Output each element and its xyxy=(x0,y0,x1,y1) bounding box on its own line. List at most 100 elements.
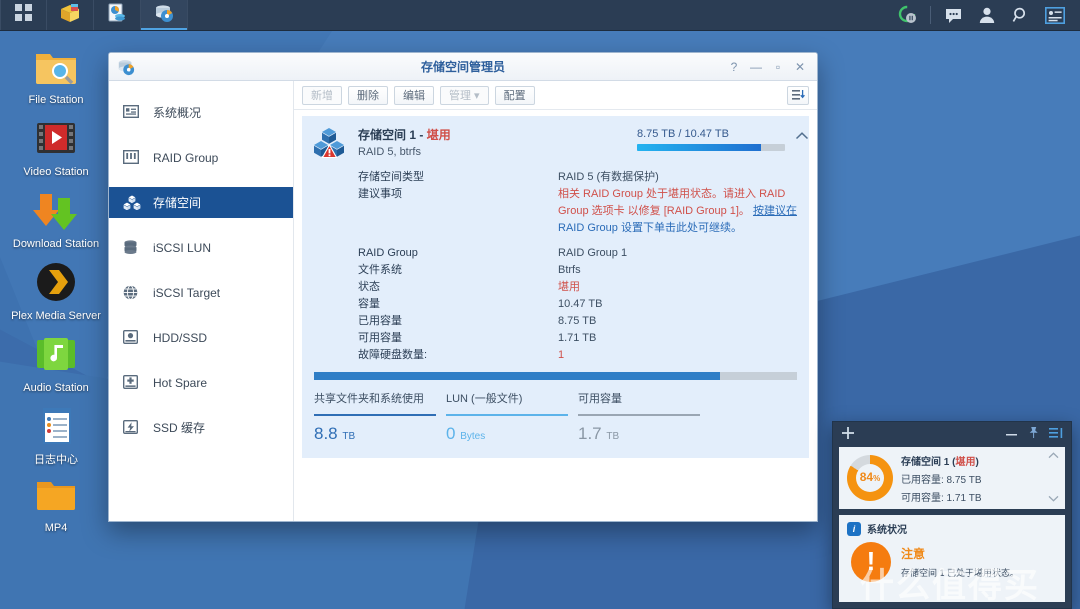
legend-number: 0 xyxy=(446,424,456,443)
detail-row: 容量 10.47 TB xyxy=(358,296,797,313)
legend-item-shared-folders: 共享文件夹和系统使用 8.8 TB xyxy=(314,390,436,444)
detail-row: 故障硬盘数量: 1 xyxy=(358,347,797,364)
recommend-line-3[interactable]: RAID Group 设置下单击此处可继续。 xyxy=(558,220,797,237)
sidebar-item-storage-pool[interactable]: 存储空间 xyxy=(109,187,293,218)
maximize-button[interactable]: ▫ xyxy=(767,60,789,74)
pool-type-row: 存储空间类型 RAID 5 (有数据保护) xyxy=(358,169,797,186)
sidebar-item-ssd-cache[interactable]: SSD 缓存 xyxy=(109,412,293,443)
pool-title-main: 存储空间 1 - xyxy=(358,128,427,142)
create-button[interactable]: 新增 xyxy=(302,85,342,105)
plex-chevron-icon xyxy=(32,258,80,306)
configure-button[interactable]: 配置 xyxy=(494,85,535,105)
window-app-icon xyxy=(117,58,135,76)
widget-alert-text: 注意 存储空间 1 已处于堪用状态。 xyxy=(901,545,1019,579)
pool-recommend-text: 相关 RAID Group 处于堪用状态。请进入 RAID Group 选项卡 … xyxy=(558,186,797,237)
desktop-icon-log-center[interactable]: 日志中心 xyxy=(8,402,104,467)
desktop-icon-file-station[interactable]: File Station xyxy=(8,42,104,107)
capacity-text: 8.75 TB / 10.47 TB xyxy=(637,128,729,140)
widget-storage-card[interactable]: 84% 存储空间 1 (堪用) 已用容量: 8.75 TB 可用容量: 1.71… xyxy=(839,447,1065,509)
desktop-icon-mp4-folder[interactable]: MP4 xyxy=(8,470,104,535)
pool-subtitle: RAID 5, btrfs xyxy=(358,146,421,158)
hot-spare-disk-icon xyxy=(122,374,143,391)
recommend-line-2: Group 选项卡 以修复 [RAID Group 1]。 按建议在 xyxy=(558,203,797,220)
desktop-icon-download-station[interactable]: Download Station xyxy=(8,186,104,251)
pool-recommend-row: 建议事项 相关 RAID Group 处于堪用状态。请进入 RAID Group… xyxy=(358,186,797,237)
edit-button[interactable]: 编辑 xyxy=(394,85,434,105)
usage-donut-chart: 84% xyxy=(847,455,893,501)
storage-pool-panel: 存储空间 1 - 堪用 RAID 5, btrfs 8.75 TB / 10.4… xyxy=(302,116,809,458)
usage-legend: 共享文件夹和系统使用 8.8 TB LUN (一般文件) 0 Bytes 可用容… xyxy=(314,390,797,444)
storage-pool-warning-icon xyxy=(314,127,348,159)
taskbar-divider xyxy=(930,6,931,24)
taskbar-item-package-center[interactable] xyxy=(47,0,94,30)
manage-dropdown-button[interactable]: 管理 ▾ xyxy=(440,85,489,105)
legend-rule xyxy=(314,414,436,416)
donut-percent-symbol: % xyxy=(873,474,881,483)
recommend-link[interactable]: 按建议在 xyxy=(753,205,797,217)
panel-collapse-icon[interactable] xyxy=(1049,426,1063,444)
legend-label: 共享文件夹和系统使用 xyxy=(314,393,424,405)
usage-bar xyxy=(314,372,797,380)
sidebar-item-raid-group[interactable]: RAID Group xyxy=(109,142,293,173)
update-pause-icon xyxy=(898,5,916,23)
help-button[interactable]: ? xyxy=(723,60,745,74)
taskbar-item-resource-monitor[interactable] xyxy=(94,0,141,30)
taskbar-widget-panel-toggle[interactable] xyxy=(1038,0,1072,31)
widget-panel-header xyxy=(833,422,1071,447)
sidebar-item-overview[interactable]: 系统概况 xyxy=(109,97,293,128)
taskbar-item-main-menu[interactable] xyxy=(0,0,47,30)
plus-icon[interactable] xyxy=(841,426,855,443)
detail-label: 已用容量 xyxy=(358,315,402,327)
minimize-icon[interactable] xyxy=(1005,426,1018,444)
pool-type-value: RAID 5 (有数据保护) xyxy=(558,171,659,183)
sidebar-item-label: Hot Spare xyxy=(153,375,208,390)
desktop-icon-video-station[interactable]: Video Station xyxy=(8,114,104,179)
pin-icon[interactable] xyxy=(1027,426,1040,444)
window-titlebar[interactable]: 存储空间管理员 ? — ▫ ✕ xyxy=(109,53,817,81)
desktop-icon-plex[interactable]: Plex Media Server xyxy=(8,258,104,323)
widget-health-header: i 系统状况 xyxy=(847,521,1057,536)
taskbar-update-status[interactable] xyxy=(891,0,925,31)
usage-bar-fill xyxy=(314,372,720,380)
legend-unit: TB xyxy=(606,431,620,442)
panel-icon xyxy=(1045,6,1065,24)
window-controls: ? — ▫ ✕ xyxy=(723,60,817,74)
detail-label: 故障硬盘数量: xyxy=(358,349,428,361)
list-options-button[interactable] xyxy=(787,85,809,105)
window-body: 系统概况 RAID Group 存储空间 iSCSI LUN iSCSI Tar… xyxy=(109,81,817,521)
widget-free-line: 可用容量: 1.71 TB xyxy=(901,492,982,504)
download-arrows-icon xyxy=(32,186,80,234)
taskbar-chat[interactable] xyxy=(936,0,970,31)
chevron-down-icon[interactable] xyxy=(1048,494,1059,505)
sidebar-item-hot-spare[interactable]: Hot Spare xyxy=(109,367,293,398)
close-button[interactable]: ✕ xyxy=(789,60,811,74)
legend-label: 可用容量 xyxy=(578,393,622,405)
capacity-progress-bar xyxy=(637,144,785,151)
widget-alert-desc: 存储空间 1 已处于堪用状态。 xyxy=(901,568,1020,578)
sidebar-item-label: iSCSI LUN xyxy=(153,240,212,255)
widget-storage-text: 存储空间 1 (堪用) 已用容量: 8.75 TB 可用容量: 1.71 TB xyxy=(901,453,982,504)
delete-button[interactable]: 删除 xyxy=(348,85,388,105)
log-center-icon xyxy=(32,402,80,450)
detail-value: RAID Group 1 xyxy=(558,247,628,259)
taskbar-search[interactable] xyxy=(1004,0,1038,31)
taskbar-item-storage-manager[interactable] xyxy=(141,0,188,30)
widget-system-health-card[interactable]: i 系统状况 ! 注意 存储空间 1 已处于堪用状态。 xyxy=(839,515,1065,602)
recommend-line-1: 相关 RAID Group 处于堪用状态。请进入 RAID xyxy=(558,188,786,200)
taskbar-user-account[interactable] xyxy=(970,0,1004,31)
minimize-button[interactable]: — xyxy=(745,60,767,74)
detail-row: 状态 堪用 xyxy=(358,279,797,296)
package-center-icon xyxy=(60,3,80,28)
sidebar-item-label: SSD 缓存 xyxy=(153,421,206,435)
sidebar-item-hdd-ssd[interactable]: HDD/SSD xyxy=(109,322,293,353)
desktop-icon-audio-station[interactable]: Audio Station xyxy=(8,330,104,395)
sidebar-item-iscsi-lun[interactable]: iSCSI LUN xyxy=(109,232,293,263)
sidebar-item-label: iSCSI Target xyxy=(153,285,221,300)
pool-title: 存储空间 1 - 堪用 xyxy=(358,126,451,143)
sidebar-item-iscsi-target[interactable]: iSCSI Target xyxy=(109,277,293,308)
chevron-up-icon[interactable] xyxy=(1048,451,1059,462)
donut-percent-value: 84 xyxy=(859,470,874,484)
overview-card-icon xyxy=(122,104,143,121)
detail-value: 1.71 TB xyxy=(558,332,597,344)
detail-label: RAID Group xyxy=(358,247,418,259)
